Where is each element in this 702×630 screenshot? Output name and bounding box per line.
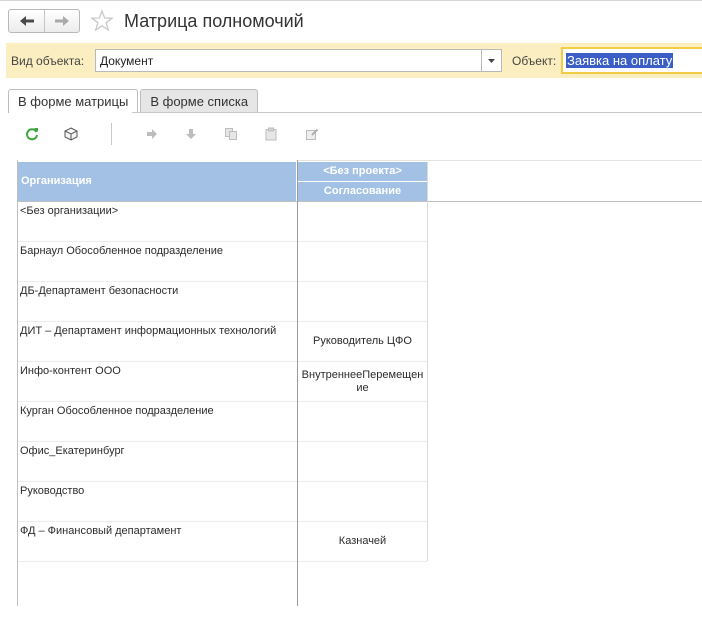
organization-cell: ДИТ – Департамент информационных техноло…	[20, 325, 277, 337]
column-divider	[297, 160, 298, 606]
favorite-star-button[interactable]	[90, 9, 114, 33]
object-kind-dropdown-button[interactable]	[481, 49, 502, 72]
paste-button[interactable]	[261, 124, 281, 144]
cube-icon	[64, 127, 78, 141]
copy-button[interactable]	[221, 124, 241, 144]
table-row[interactable]: Руководство	[18, 482, 427, 522]
tab-divider	[132, 112, 702, 113]
star-icon	[90, 9, 114, 32]
copy-icon	[225, 128, 237, 140]
table-row[interactable]: <Без организации>	[18, 202, 427, 242]
edit-icon	[306, 128, 319, 140]
organization-cell: Офис_Екатеринбург	[20, 445, 125, 457]
table-row[interactable]: ДИТ – Департамент информационных техноло…	[18, 322, 427, 362]
move-down-button[interactable]	[181, 124, 201, 144]
organization-column-header[interactable]: Организация	[18, 162, 296, 201]
table-row[interactable]: Курган Обособленное подразделение	[18, 402, 427, 442]
back-button[interactable]	[9, 10, 44, 32]
table-row[interactable]: Офис_Екатеринбург	[18, 442, 427, 482]
organization-cell: Инфо-контент ООО	[20, 365, 121, 377]
arrow-down-icon	[186, 129, 196, 139]
organization-cell: ФД – Финансовый департамент	[20, 525, 182, 537]
paste-icon	[265, 127, 277, 141]
object-button[interactable]	[61, 124, 81, 144]
organization-cell: Курган Обособленное подразделение	[20, 405, 214, 417]
object-kind-label: Вид объекта:	[11, 54, 85, 68]
object-label: Объект:	[512, 54, 557, 68]
authority-cell[interactable]: Руководитель ЦФО	[298, 322, 427, 361]
authority-cell[interactable]	[298, 202, 427, 241]
arrow-right-icon	[55, 16, 69, 26]
object-kind-value: Документ	[100, 54, 154, 68]
organization-cell: Барнаул Обособленное подразделение	[20, 245, 223, 257]
approval-column-header[interactable]: Согласование	[298, 182, 427, 201]
authority-cell[interactable]: Казначей	[298, 522, 427, 561]
grid-top-line	[298, 160, 702, 161]
column-right-border	[427, 162, 428, 561]
project-column-header[interactable]: <Без проекта>	[298, 162, 427, 181]
view-tabs: В форме матрицы В форме списка	[8, 89, 260, 113]
organization-cell: ДБ-Департамент безопасности	[20, 285, 179, 297]
tab-list[interactable]: В форме списка	[140, 89, 259, 113]
arrow-left-icon	[19, 16, 34, 26]
table-row[interactable]: Инфо-контент ООО ВнутреннееПеремещение	[18, 362, 427, 402]
authority-cell[interactable]	[298, 402, 427, 441]
organization-cell: <Без организации>	[20, 205, 119, 217]
tab-matrix[interactable]: В форме матрицы	[8, 89, 139, 113]
authority-cell[interactable]: ВнутреннееПеремещение	[298, 362, 427, 401]
chevron-down-icon	[488, 58, 495, 63]
page-title: Матрица полномочий	[124, 11, 304, 31]
organization-cell: Руководство	[20, 485, 85, 497]
move-right-button[interactable]	[142, 124, 162, 144]
edit-button[interactable]	[302, 124, 322, 144]
object-kind-field[interactable]: Документ	[95, 49, 483, 72]
authority-cell[interactable]	[298, 282, 427, 321]
table-row[interactable]: Барнаул Обособленное подразделение	[18, 242, 427, 282]
arrow-right-icon	[147, 129, 157, 139]
table-row[interactable]: ДБ-Департамент безопасности	[18, 282, 427, 322]
refresh-button[interactable]	[22, 124, 42, 144]
authority-cell[interactable]	[298, 242, 427, 281]
navigation-buttons	[8, 9, 80, 33]
authority-cell[interactable]	[298, 442, 427, 481]
object-value: Заявка на оплату	[566, 53, 674, 68]
table-row[interactable]: ФД – Финансовый департамент Казначей	[18, 522, 427, 562]
forward-button[interactable]	[44, 10, 79, 32]
top-border	[0, 0, 702, 1]
refresh-icon	[26, 128, 38, 141]
filter-bar: Вид объекта: Документ Объект: Заявка на …	[6, 43, 702, 78]
toolbar-separator	[111, 123, 112, 145]
authority-cell[interactable]	[298, 482, 427, 521]
object-field[interactable]: Заявка на оплату	[561, 47, 702, 74]
